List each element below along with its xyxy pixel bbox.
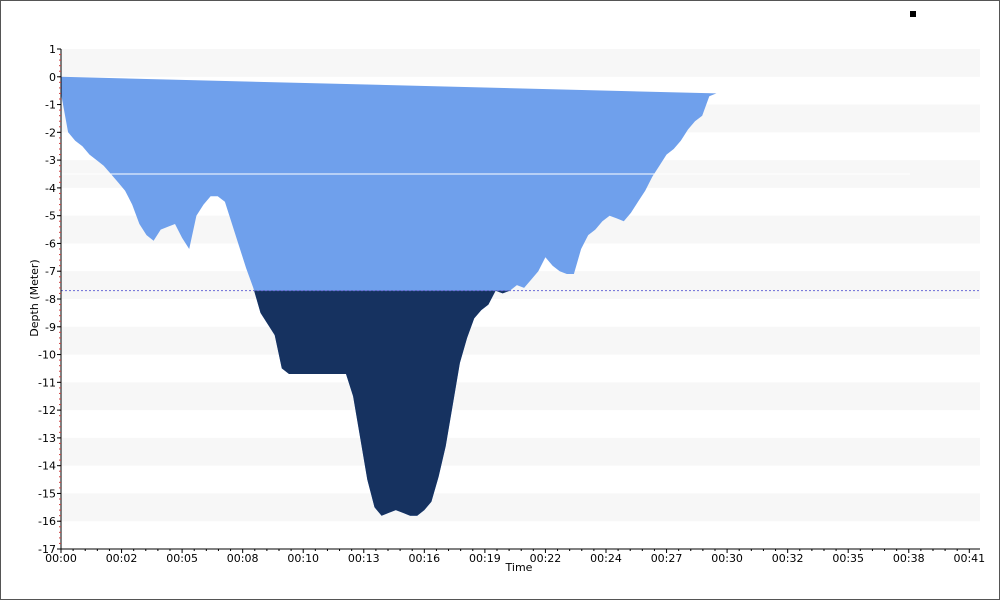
y-tick-label: -13 [38,432,56,445]
y-tick-label: 0 [49,71,56,84]
y-tick-label: -3 [45,154,56,167]
y-tick-label: -5 [45,210,56,223]
x-tick-label: 00:30 [711,552,743,565]
y-tick-label: -9 [45,321,56,334]
x-tick-label: 00:24 [590,552,622,565]
x-tick-label: 00:32 [772,552,804,565]
y-tick-label: -6 [45,237,56,250]
y-tick-label: -2 [45,126,56,139]
x-tick-label: 00:05 [166,552,198,565]
x-tick-label: 00:35 [832,552,864,565]
x-tick-label: 00:00 [45,552,77,565]
y-tick-label: -10 [38,349,56,362]
y-tick-label: -7 [45,265,56,278]
x-tick-label: 00:27 [651,552,683,565]
band [61,49,980,77]
y-tick-label: -12 [38,404,56,417]
legend-marker [910,11,916,17]
band [61,493,980,522]
x-tick-label: 00:08 [227,552,259,565]
band [61,437,980,466]
x-tick-label: 00:22 [530,552,562,565]
y-tick-label: -4 [45,182,56,195]
y-tick-label: -8 [45,293,56,306]
x-tick-label: 00:38 [893,552,925,565]
y-tick-label: -15 [38,487,56,500]
x-axis-label: Time [505,561,533,574]
x-tick-label: 00:13 [348,552,380,565]
y-tick-label: -11 [38,376,56,389]
y-tick-label: -1 [45,99,56,112]
x-tick-label: 00:02 [106,552,138,565]
x-tick-label: 00:16 [408,552,440,565]
x-tick-label: 00:19 [469,552,501,565]
band [61,326,980,355]
x-tick-label: 00:10 [287,552,319,565]
band [61,382,980,411]
y-axis-label: Depth (Meter) [28,259,41,336]
y-tick-label: -14 [38,460,56,473]
y-tick-label: -16 [38,515,56,528]
x-tick-label: 00:41 [953,552,985,565]
y-tick-label: 1 [49,43,56,56]
depth-chart: 1 0 -1 -2 -3 -4 -5 -6 -7 -8 -9 -10 -11 -12 -13 -14 -15 -1… [28,11,985,574]
